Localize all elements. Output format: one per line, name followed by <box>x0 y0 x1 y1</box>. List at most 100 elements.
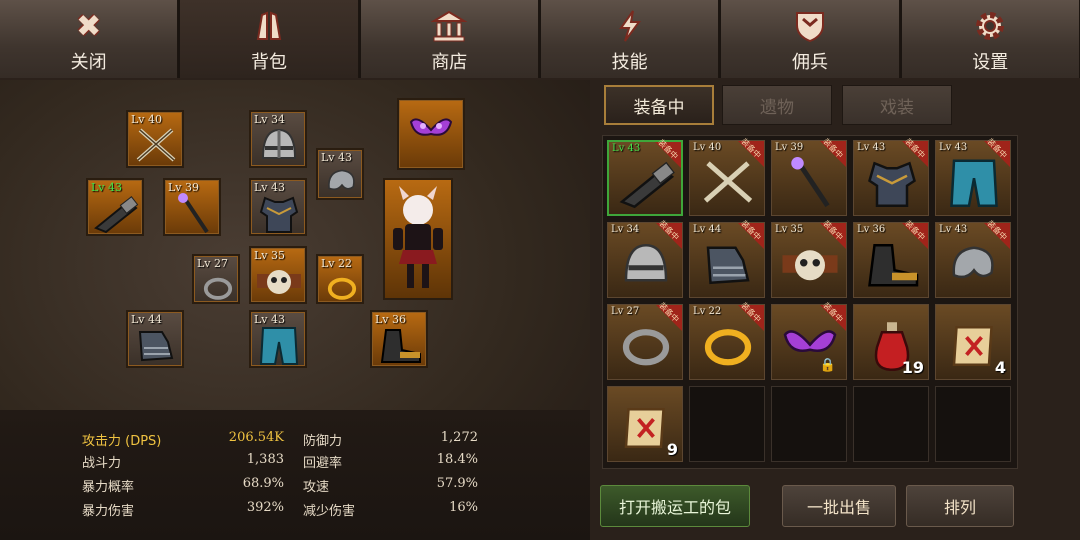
stat-label: 攻速 <box>303 480 330 495</box>
ring-icon <box>203 277 233 300</box>
chest-armor-icon <box>868 161 916 207</box>
helmet-icon <box>624 243 668 282</box>
inventory-slot[interactable]: Lv 36 装备中 <box>853 219 929 298</box>
tab-backpack[interactable]: 背包 <box>180 0 359 78</box>
inventory-slot[interactable]: Lv 44 装备中 <box>689 219 765 298</box>
skull-belt-icon <box>257 270 301 294</box>
inventory-slot[interactable]: Lv 22 装备中 <box>689 301 765 380</box>
wings-icon <box>409 118 453 136</box>
inventory-slot[interactable]: Lv 40 装备中 <box>689 137 765 216</box>
tab-skills[interactable]: 技能 <box>540 0 720 78</box>
tab-relics[interactable]: 遗物 <box>722 85 832 125</box>
mercenary-shield-icon <box>790 6 830 46</box>
inventory-slot[interactable]: Lv 34 装备中 <box>607 219 683 298</box>
tab-label: 关闭 <box>70 52 107 73</box>
equip-slot-wings[interactable] <box>397 98 465 170</box>
close-icon: ✖ <box>76 8 102 44</box>
item-level: Lv 39 <box>775 142 804 153</box>
tab-costumes[interactable]: 戏装 <box>842 85 952 125</box>
item-count: 19 <box>901 358 924 377</box>
button-label: 一批出售 <box>806 498 871 517</box>
equip-slot-offhand[interactable]: Lv 43 <box>86 178 144 236</box>
tab-shop[interactable]: 商店 <box>360 0 539 78</box>
inventory-slot[interactable]: Lv 43 装备中 <box>607 138 683 216</box>
crossed-swords-icon <box>136 128 176 162</box>
inventory-slot[interactable]: Lv 35 装备中 <box>771 219 847 298</box>
equip-slot-gauntlets[interactable]: Lv 44 <box>126 310 184 368</box>
tab-label: 技能 <box>611 52 648 73</box>
item-level: Lv 44 <box>693 224 722 235</box>
equip-slot-ring[interactable]: Lv 27 <box>192 254 240 304</box>
sort-button[interactable]: 排列 <box>906 485 1014 527</box>
staff-icon <box>178 193 209 234</box>
inventory-slot-empty[interactable] <box>689 386 765 462</box>
stat-label: 暴力伤害 <box>82 504 135 519</box>
equip-slot-legs[interactable]: Lv 43 <box>249 310 307 368</box>
tab-settings[interactable]: 设置 <box>901 0 1080 78</box>
inventory-slot[interactable]: Lv 27 装备中 <box>607 301 683 380</box>
inventory-slot-empty[interactable] <box>935 386 1011 462</box>
item-level: Lv 43 <box>939 142 968 153</box>
stat-value: 18.4% <box>436 452 478 467</box>
inventory-slot[interactable]: Lv 43 装备中 <box>853 137 929 216</box>
inventory-slot[interactable]: Lv 43 装备中 <box>935 219 1011 298</box>
equip-slot-staff[interactable]: Lv 39 <box>163 178 221 236</box>
inventory-grid: Lv 43 装备中 Lv 40 装备中 Lv 39 装备中 Lv 43 装备中 … <box>602 135 1018 469</box>
item-level: Lv 43 <box>939 224 968 235</box>
item-level: Lv 43 <box>612 143 641 154</box>
equip-slot-chest[interactable]: Lv 43 <box>249 178 307 236</box>
tab-equipped[interactable]: 装备中 <box>604 85 714 125</box>
equip-slot-gold-ring[interactable]: Lv 22 <box>316 254 364 304</box>
tab-mercenary[interactable]: 佣兵 <box>721 0 900 78</box>
boots-icon <box>380 329 421 363</box>
ring-icon <box>622 329 670 366</box>
item-level: Lv 43 <box>321 151 353 164</box>
equip-slot-weapon[interactable]: Lv 40 <box>126 110 184 168</box>
pauldron-icon <box>952 246 994 279</box>
stats-panel: 攻击力 (DPS) 206.54K 战斗力 1,383 暴力概率 68.9% 暴… <box>0 410 590 540</box>
character-portrait[interactable] <box>383 178 453 300</box>
stat-value: 206.54K <box>228 430 284 445</box>
equipment-panel: Lv 40 Lv 34 Lv 43 Lv 43 Lv 39 Lv 43 Lv 2… <box>0 80 590 540</box>
inventory-slot-empty[interactable] <box>771 386 847 462</box>
leg-armor-icon <box>950 159 998 207</box>
equip-slot-boots[interactable]: Lv 36 <box>370 310 428 368</box>
inventory-slot[interactable]: Lv 43 装备中 <box>935 137 1011 216</box>
inventory-slot[interactable]: 19 <box>853 304 929 380</box>
tab-label: 商店 <box>431 52 468 73</box>
gear-icon <box>970 6 1010 46</box>
tab-close[interactable]: ✖ 关闭 <box>0 0 179 78</box>
backpack-icon <box>249 6 289 46</box>
boots-icon <box>868 244 919 287</box>
offhand-cannon-icon <box>619 161 675 209</box>
pauldron-icon <box>328 169 355 191</box>
gold-ring-icon <box>327 277 357 300</box>
stat-value: 392% <box>246 500 284 515</box>
stat-label: 防御力 <box>303 434 343 449</box>
inventory-slot[interactable]: 4 <box>935 304 1011 380</box>
inventory-slot[interactable]: 装备中 🔒 <box>771 301 847 380</box>
item-level: Lv 40 <box>693 142 722 153</box>
tab-label: 佣兵 <box>791 52 828 73</box>
equip-slot-pauldron[interactable]: Lv 43 <box>316 148 364 200</box>
bulk-sell-button[interactable]: 一批出售 <box>782 485 896 527</box>
stat-label: 回避率 <box>303 456 343 471</box>
button-label: 打开搬运工的包 <box>618 498 731 517</box>
gauntlets-icon <box>706 246 750 285</box>
open-porter-bag-button[interactable]: 打开搬运工的包 <box>600 485 750 527</box>
inventory-slot[interactable]: Lv 39 装备中 <box>771 137 847 216</box>
tab-label: 设置 <box>972 52 1009 73</box>
helmet-icon <box>261 128 297 159</box>
inventory-slot[interactable]: 9 <box>607 386 683 462</box>
item-level: Lv 22 <box>321 257 353 270</box>
inventory-slot-empty[interactable] <box>853 386 929 462</box>
equip-slot-helmet[interactable]: Lv 34 <box>249 110 307 168</box>
item-level: Lv 36 <box>857 224 886 235</box>
lock-icon: 🔒 <box>819 358 836 373</box>
equip-slot-belt[interactable]: Lv 35 <box>249 246 307 304</box>
stat-label: 攻击力 (DPS) <box>82 434 162 449</box>
shop-icon <box>429 6 469 46</box>
button-label: 排列 <box>943 498 976 517</box>
chest-armor-icon <box>259 196 299 233</box>
crossed-swords-icon <box>703 161 753 203</box>
